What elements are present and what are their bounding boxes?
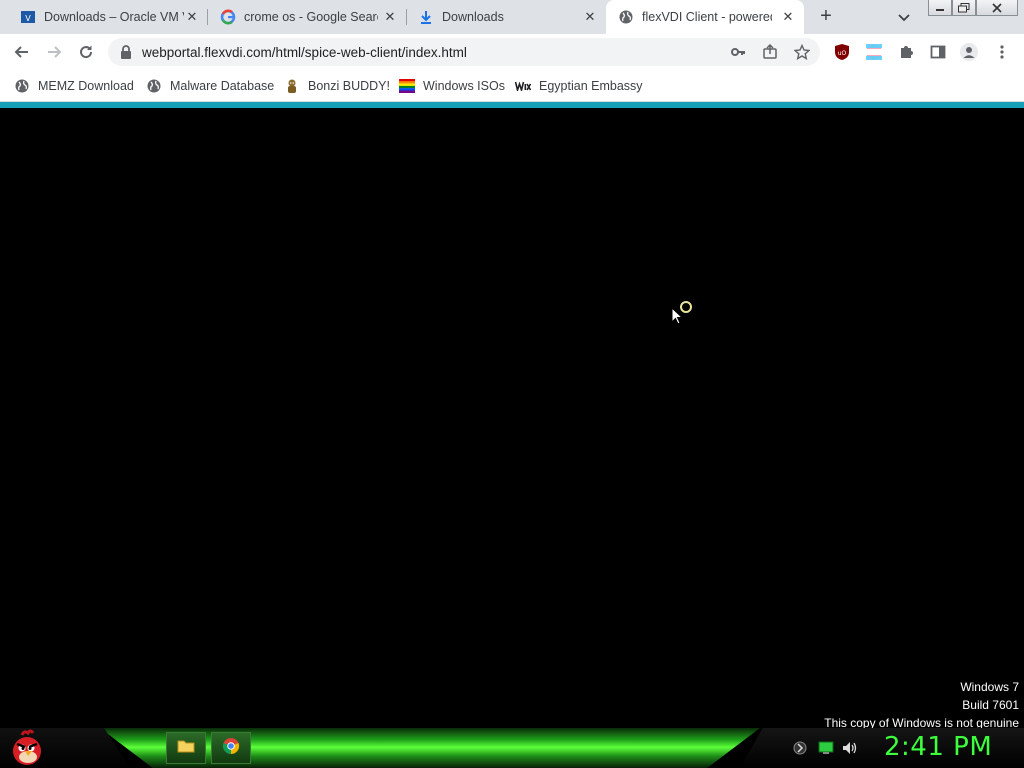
more-menu-icon[interactable] [993, 43, 1011, 61]
forward-button[interactable] [43, 41, 65, 63]
close-tab-icon[interactable]: ✕ [582, 9, 598, 25]
bookmark-label: Malware Database [170, 79, 275, 93]
bonzi-icon [284, 78, 300, 94]
taskbar-chrome-button[interactable] [211, 732, 251, 764]
close-tab-icon[interactable]: ✕ [184, 9, 200, 25]
tab-title: crome os - Google Search [244, 10, 378, 24]
taskbar: 2:41 PM [0, 728, 1024, 768]
back-button[interactable] [11, 41, 33, 63]
svg-text:uO: uO [838, 50, 847, 57]
windows-watermark: Windows 7 Build 7601 This copy of Window… [824, 678, 1019, 732]
bookmark-malware-database[interactable]: Malware Database [146, 76, 274, 96]
lock-icon[interactable] [118, 44, 134, 60]
download-icon [418, 9, 434, 25]
folder-icon [177, 738, 195, 759]
globe-icon [14, 78, 30, 94]
taskbar-clock[interactable]: 2:41 PM [884, 732, 992, 762]
close-tab-icon[interactable]: ✕ [780, 9, 796, 25]
tray-network-icon[interactable] [818, 740, 834, 756]
chrome-icon [222, 737, 240, 760]
loading-spinner-icon [680, 301, 692, 313]
tab-title: Downloads [442, 10, 504, 24]
bookmark-star-icon[interactable] [794, 44, 810, 60]
flag-extension-icon[interactable] [865, 43, 883, 61]
extensions-puzzle-icon[interactable] [897, 43, 915, 61]
google-icon [220, 9, 236, 25]
reload-button[interactable] [75, 41, 97, 63]
bookmark-egyptian-embassy[interactable]: Egyptian Embassy [515, 76, 643, 96]
watermark-build: Build 7601 [962, 698, 1019, 712]
tab-strip: V Downloads – Oracle VM V ✕ crome os - G… [0, 0, 1024, 34]
bookmark-memz-download[interactable]: MEMZ Download [14, 76, 134, 96]
globe-icon [146, 78, 162, 94]
bookmark-windows-isos[interactable]: Windows ISOs [399, 76, 505, 96]
profile-avatar-icon[interactable] [960, 43, 978, 61]
new-tab-button[interactable]: + [816, 6, 836, 27]
key-icon[interactable] [730, 44, 746, 60]
tab-title: Downloads – Oracle VM V [44, 10, 184, 24]
bookmarks-bar: MEMZ Download Malware Database Bonzi BUD… [0, 70, 1024, 102]
browser-toolbar: webportal.flexvdi.com/html/spice-web-cli… [0, 34, 1024, 70]
minimize-button[interactable] [928, 0, 952, 16]
watermark-os: Windows 7 [960, 680, 1019, 694]
virtualbox-icon: V [20, 9, 36, 25]
tray-flexvdi-icon[interactable] [792, 740, 808, 756]
ublock-origin-icon[interactable]: uO [833, 43, 851, 61]
side-panel-icon[interactable] [929, 43, 947, 61]
start-button-angry-bird-icon[interactable] [8, 729, 46, 767]
share-icon[interactable] [762, 44, 778, 60]
tab-title: flexVDI Client - powered [642, 10, 772, 24]
tab-flexvdi-client[interactable]: flexVDI Client - powered ✕ [606, 0, 804, 34]
bookmark-label: Bonzi BUDDY! [308, 79, 390, 93]
wix-icon [515, 78, 531, 94]
bookmark-label: Egyptian Embassy [539, 79, 643, 93]
tab-google-search[interactable]: crome os - Google Search ✕ [208, 0, 408, 34]
bookmark-label: MEMZ Download [38, 79, 134, 93]
remote-desktop-canvas[interactable]: Windows 7 Build 7601 This copy of Window… [0, 108, 1024, 730]
taskbar-explorer-button[interactable] [166, 732, 206, 764]
globe-icon [618, 9, 634, 25]
address-bar[interactable]: webportal.flexvdi.com/html/spice-web-cli… [108, 38, 820, 66]
close-window-button[interactable] [976, 0, 1018, 16]
svg-text:V: V [25, 14, 31, 23]
bookmark-label: Windows ISOs [423, 79, 505, 93]
bookmark-bonzi-buddy[interactable]: Bonzi BUDDY! [284, 76, 390, 96]
url-text[interactable]: webportal.flexvdi.com/html/spice-web-cli… [142, 45, 467, 60]
close-tab-icon[interactable]: ✕ [382, 9, 398, 25]
restore-button[interactable] [952, 0, 976, 16]
rainbow-flag-icon [399, 78, 415, 94]
tray-volume-icon[interactable] [842, 740, 858, 756]
tab-search-icon[interactable] [896, 9, 912, 25]
tab-downloads[interactable]: Downloads ✕ [406, 0, 606, 34]
tab-oracle-vm[interactable]: V Downloads – Oracle VM V ✕ [8, 0, 208, 34]
